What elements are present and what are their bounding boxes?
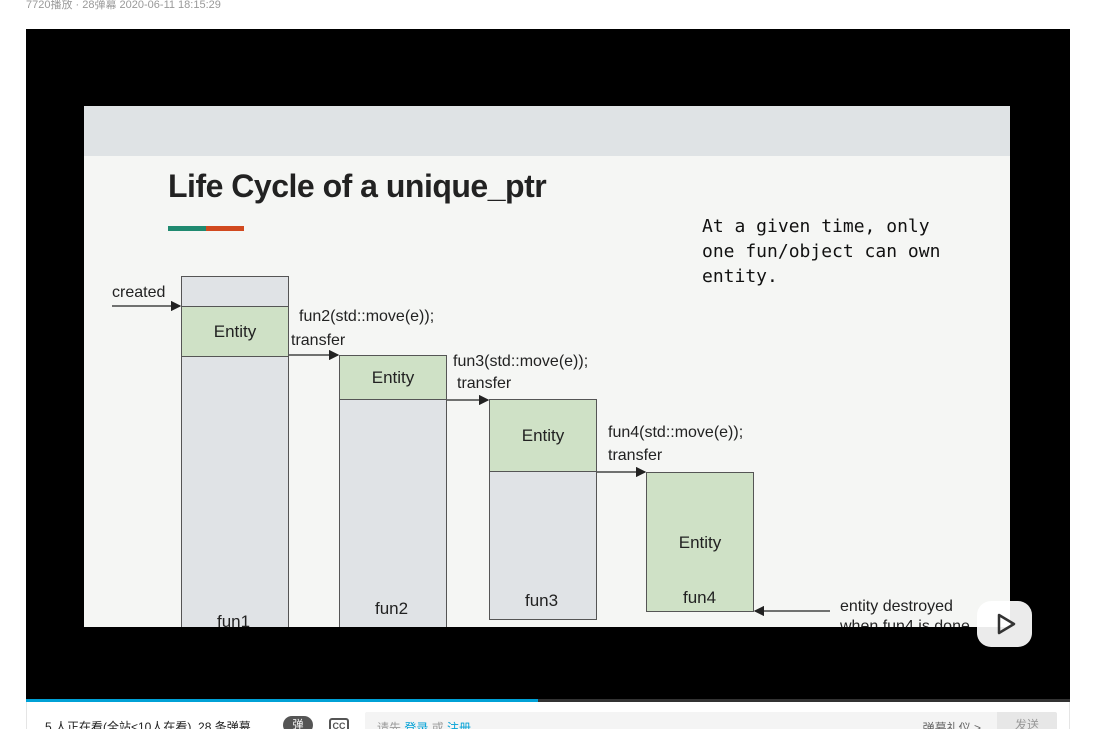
slide-header-bar xyxy=(84,106,1010,156)
slide-note: At a given time, only one fun/object can… xyxy=(702,216,941,287)
transfer-call-1: fun2(std::move(e)); xyxy=(299,308,435,325)
fun1-entity: Entity xyxy=(181,306,289,357)
fun1-label: fun1 xyxy=(217,612,251,627)
transfer-label-2: transfer xyxy=(457,375,512,392)
fun4-label: fun4 xyxy=(683,588,717,607)
danmaku-input[interactable]: 请先 登录 或 注册 弹幕礼仪 > xyxy=(365,712,997,729)
slide-title: Life Cycle of a unique_ptr xyxy=(168,168,547,204)
send-button[interactable]: 发送 xyxy=(997,712,1057,729)
viewer-count: 5 人正在看(全站<10人在看), 28 条弹幕 xyxy=(45,720,251,729)
play-icon xyxy=(997,613,1015,635)
title-accent-red xyxy=(206,226,244,231)
register-link[interactable]: 注册 xyxy=(447,721,471,729)
slide-frame: Life Cycle of a unique_ptr At a given ti… xyxy=(84,106,1010,627)
video-player[interactable]: Life Cycle of a unique_ptr At a given ti… xyxy=(26,29,1070,702)
login-hint: 请先 登录 或 注册 xyxy=(377,719,471,729)
danmaku-bar: 5 人正在看(全站<10人在看), 28 条弹幕 弹 CC 请先 登录 或 注册… xyxy=(26,702,1070,729)
transfer-call-2: fun3(std::move(e)); xyxy=(453,353,589,370)
fun3-entity: Entity xyxy=(489,399,597,472)
destroyed-label: entity destroyed when fun4 is done xyxy=(840,598,970,627)
transfer-label-3: transfer xyxy=(608,447,663,464)
danmaku-toggle[interactable]: 弹 xyxy=(283,716,313,729)
fun3-label: fun3 xyxy=(525,591,559,610)
transfer-label-1: transfer xyxy=(291,332,346,349)
danmaku-etiquette-link[interactable]: 弹幕礼仪 > xyxy=(923,719,981,729)
title-accent-green xyxy=(168,226,206,231)
fun2-label: fun2 xyxy=(375,599,409,618)
danmaku-settings-icon[interactable]: CC xyxy=(329,718,349,729)
play-button[interactable] xyxy=(977,601,1032,647)
fun4-entity-label: Entity xyxy=(678,533,722,552)
fun2-entity: Entity xyxy=(339,355,447,400)
login-link[interactable]: 登录 xyxy=(404,721,428,729)
transfer-call-3: fun4(std::move(e)); xyxy=(608,424,744,441)
created-label: created xyxy=(112,284,166,301)
video-meta: 7720播放 · 28弹幕 2020-06-11 18:15:29 xyxy=(26,0,221,11)
